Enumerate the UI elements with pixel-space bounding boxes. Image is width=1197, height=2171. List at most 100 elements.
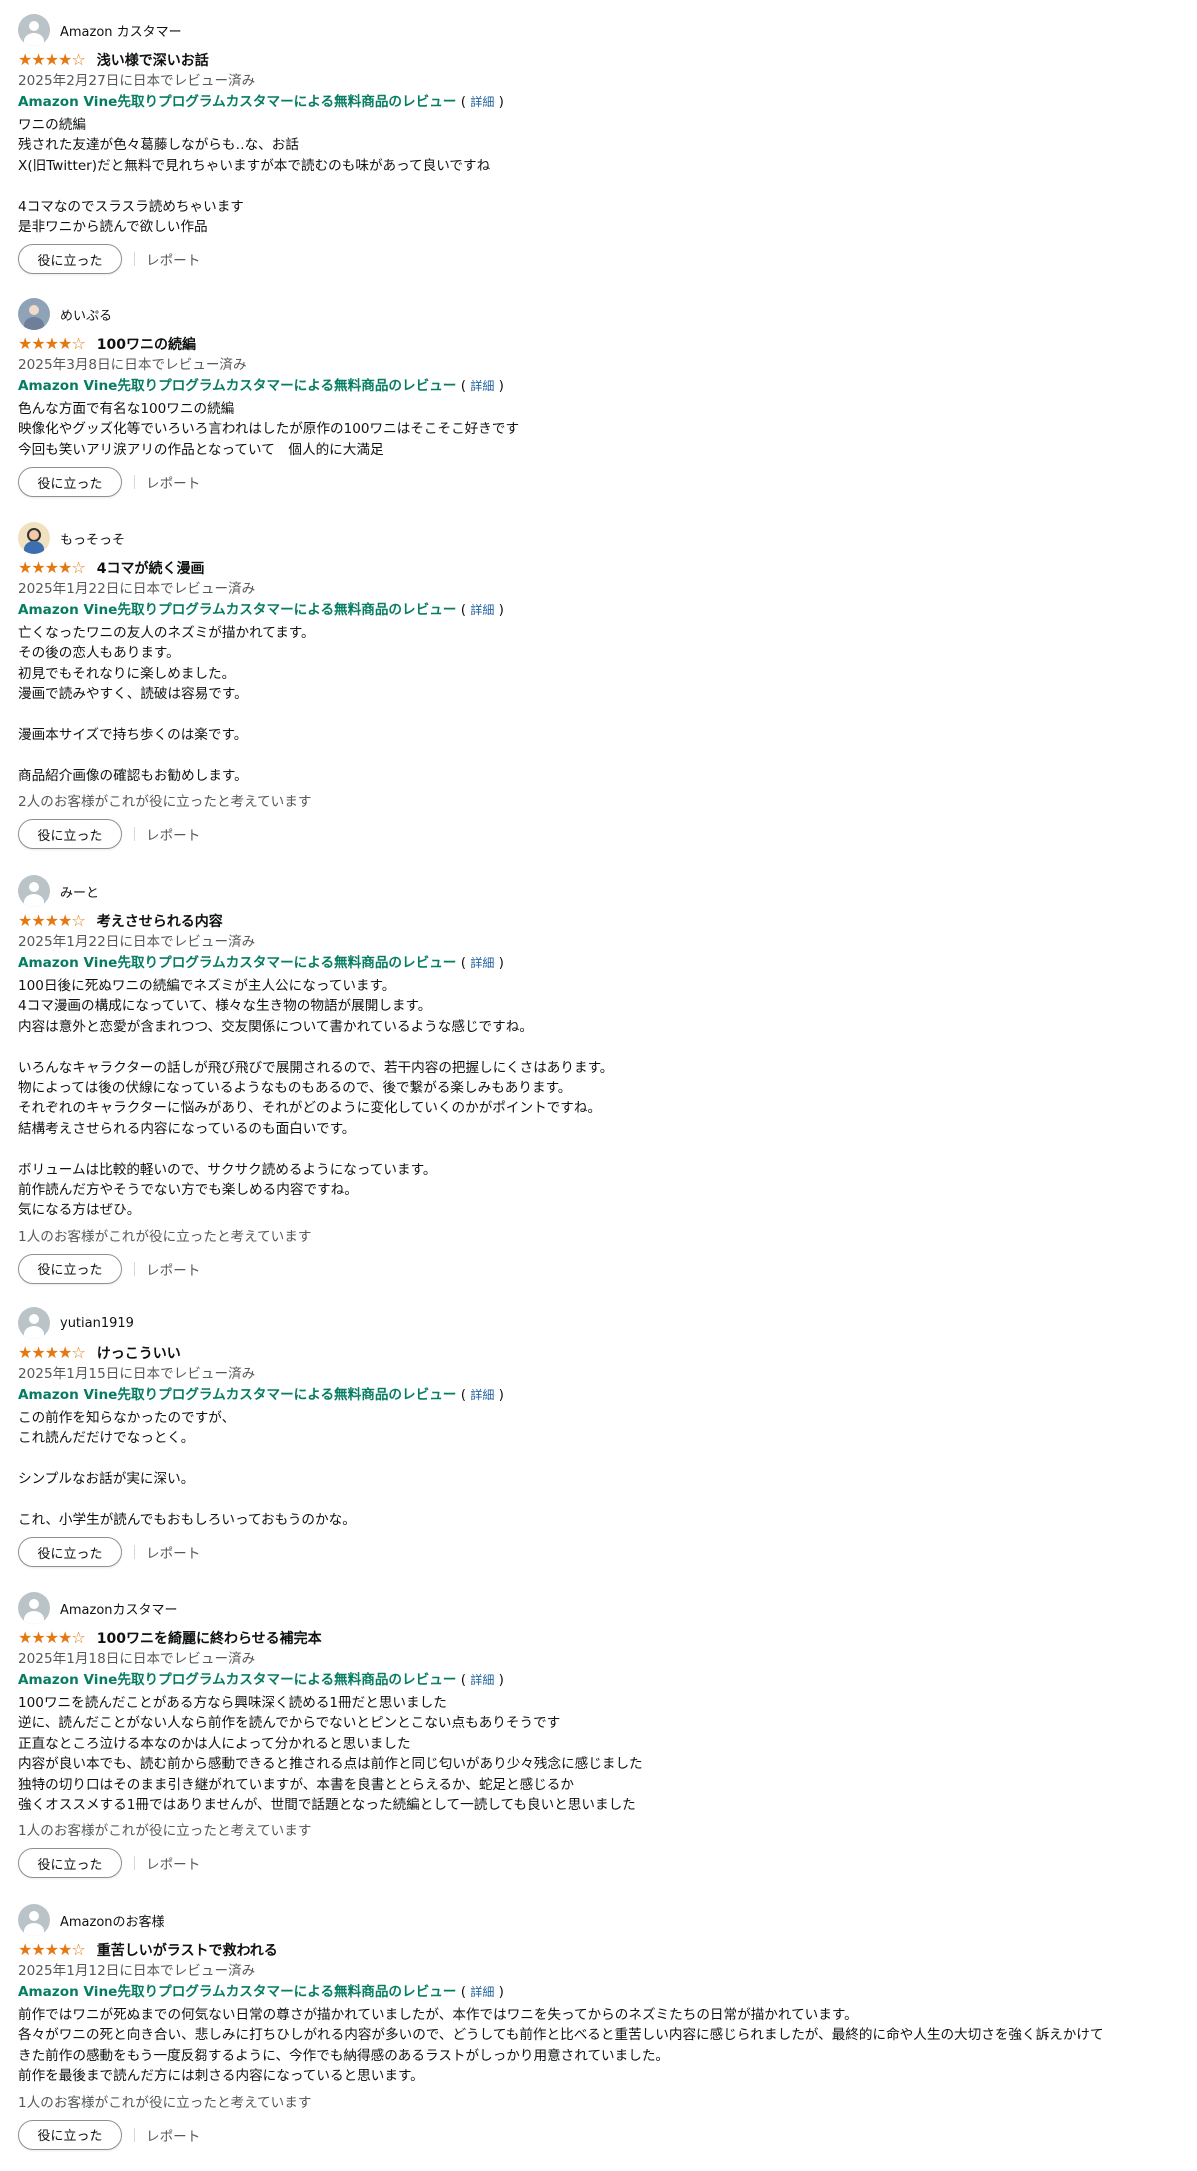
vine-paren-close: ) [494, 602, 504, 618]
vine-details-link[interactable]: 詳細 [470, 1388, 494, 1402]
star-rating-icon[interactable]: ★★★★☆ [18, 1941, 86, 1959]
report-link[interactable]: レポート [146, 249, 200, 269]
vine-details-link[interactable]: 詳細 [470, 1673, 494, 1687]
vine-paren-close: ) [494, 1984, 504, 2000]
helpful-count: 1人のお客様がこれが役に立ったと考えています [18, 1228, 312, 1245]
avatar-body-shape [24, 894, 44, 907]
avatar[interactable] [18, 14, 50, 46]
helpful-button[interactable]: 役に立った [18, 1253, 122, 1284]
vine-details-link[interactable]: 詳細 [470, 956, 494, 970]
reviewer-name[interactable]: Amazonのお客様 [60, 1911, 165, 1930]
star-rating-icon[interactable]: ★★★★☆ [18, 51, 86, 69]
report-link[interactable]: レポート [146, 824, 200, 844]
review-body: 100日後に死ぬワニの続編でネズミが主人公になっています。 4コマ漫画の構成にな… [18, 978, 614, 1219]
vine-label: Amazon Vine先取りプログラムカスタマーによる無料商品のレビュー [18, 602, 457, 618]
review-date: 2025年1月18日に日本でレビュー済み [18, 1651, 256, 1667]
review-body: 前作ではワニが死ぬまでの何気ない日常の尊さが描かれていましたが、本作ではワニを失… [18, 2007, 1104, 2085]
review-item: めいぷる ★★★★☆ 100ワニの続編 2025年3月8日に日本でレビュー済み … [18, 298, 1183, 498]
avatar[interactable] [18, 298, 50, 330]
review-date: 2025年1月12日に日本でレビュー済み [18, 1963, 256, 1979]
review-header: ★★★★☆ 4コマが続く漫画 [18, 558, 1183, 578]
report-link[interactable]: レポート [146, 1542, 200, 1562]
avatar-body-shape [24, 33, 44, 46]
reviewer-name[interactable]: めいぷる [60, 305, 112, 324]
vine-details-link[interactable]: 詳細 [470, 1985, 494, 1999]
report-link[interactable]: レポート [146, 472, 200, 492]
helpful-button[interactable]: 役に立った [18, 1537, 122, 1568]
helpful-button[interactable]: 役に立った [18, 467, 122, 498]
avatar-head-shape [29, 1599, 39, 1609]
helpful-button[interactable]: 役に立った [18, 819, 122, 850]
star-rating-icon[interactable]: ★★★★☆ [18, 1629, 86, 1647]
vine-details-link[interactable]: 詳細 [470, 603, 494, 617]
vine-details-link[interactable]: 詳細 [470, 95, 494, 109]
review-title[interactable]: 4コマが続く漫画 [97, 558, 205, 578]
review-title[interactable]: 100ワニを綺麗に終わらせる補完本 [97, 1628, 322, 1648]
avatar-body-shape [24, 1611, 44, 1624]
review-title[interactable]: 浅い様で深いお話 [97, 50, 209, 70]
reviewer-profile[interactable]: Amazonのお客様 [18, 1904, 1183, 1936]
report-link[interactable]: レポート [146, 1853, 200, 1873]
review-actions: 役に立った レポート [18, 243, 1183, 275]
review-date: 2025年1月15日に日本でレビュー済み [18, 1366, 256, 1382]
avatar-head-shape [27, 528, 41, 542]
reviewer-profile[interactable]: みーと [18, 875, 1183, 907]
avatar-head-shape [29, 1911, 39, 1921]
avatar[interactable] [18, 522, 50, 554]
review-item: Amazonのお客様 ★★★★☆ 重苦しいがラストで救われる 2025年1月12… [18, 1904, 1183, 2151]
vine-paren-close: ) [494, 94, 504, 110]
reviewer-profile[interactable]: Amazon カスタマー [18, 14, 1183, 46]
divider [134, 1856, 135, 1871]
review-title[interactable]: 100ワニの続編 [97, 334, 196, 354]
reviewer-name[interactable]: Amazonカスタマー [60, 1599, 178, 1618]
vine-paren-close: ) [494, 378, 504, 394]
avatar[interactable] [18, 1307, 50, 1339]
review-header: ★★★★☆ 重苦しいがラストで救われる [18, 1940, 1183, 1960]
review-actions: 役に立った レポート [18, 466, 1183, 498]
avatar[interactable] [18, 875, 50, 907]
vine-label: Amazon Vine先取りプログラムカスタマーによる無料商品のレビュー [18, 1984, 457, 2000]
reviewer-profile[interactable]: もっそっそ [18, 522, 1183, 554]
vine-label: Amazon Vine先取りプログラムカスタマーによる無料商品のレビュー [18, 378, 457, 394]
star-rating-icon[interactable]: ★★★★☆ [18, 1344, 86, 1362]
helpful-count: 2人のお客様がこれが役に立ったと考えています [18, 794, 312, 811]
helpful-button[interactable]: 役に立った [18, 1848, 122, 1879]
vine-details-link[interactable]: 詳細 [470, 379, 494, 393]
review-title[interactable]: 重苦しいがラストで救われる [97, 1940, 278, 1960]
star-rating-icon[interactable]: ★★★★☆ [18, 335, 86, 353]
helpful-button[interactable]: 役に立った [18, 2119, 122, 2150]
review-body: 100ワニを読んだことがある方なら興味深く読める1冊だと思いました 逆に、読んだ… [18, 1695, 643, 1814]
star-rating-icon[interactable]: ★★★★☆ [18, 559, 86, 577]
avatar-body-shape [24, 317, 44, 330]
review-item: Amazon カスタマー ★★★★☆ 浅い様で深いお話 2025年2月27日に日… [18, 14, 1183, 275]
review-title[interactable]: けっこういい [97, 1343, 181, 1363]
reviewer-profile[interactable]: めいぷる [18, 298, 1183, 330]
review-title[interactable]: 考えさせられる内容 [97, 911, 223, 931]
vine-label: Amazon Vine先取りプログラムカスタマーによる無料商品のレビュー [18, 1672, 457, 1688]
avatar[interactable] [18, 1904, 50, 1936]
divider [134, 1545, 135, 1560]
vine-label: Amazon Vine先取りプログラムカスタマーによる無料商品のレビュー [18, 94, 457, 110]
review-date: 2025年2月27日に日本でレビュー済み [18, 73, 256, 89]
report-link[interactable]: レポート [146, 1259, 200, 1279]
vine-paren-close: ) [494, 1387, 504, 1403]
star-rating-icon[interactable]: ★★★★☆ [18, 912, 86, 930]
avatar[interactable] [18, 1592, 50, 1624]
reviewer-name[interactable]: Amazon カスタマー [60, 21, 182, 40]
helpful-button[interactable]: 役に立った [18, 244, 122, 275]
vine-paren-open: ( [456, 602, 471, 618]
reviewer-name[interactable]: もっそっそ [60, 529, 125, 548]
review-actions: 役に立った レポート [18, 818, 1183, 850]
avatar-head-shape [29, 305, 39, 315]
review-item: yutian1919 ★★★★☆ けっこういい 2025年1月15日に日本でレビ… [18, 1307, 1183, 1568]
review-header: ★★★★☆ 浅い様で深いお話 [18, 50, 1183, 70]
review-actions: 役に立った レポート [18, 2119, 1183, 2151]
reviewer-profile[interactable]: yutian1919 [18, 1307, 1183, 1339]
divider [134, 827, 135, 842]
vine-paren-open: ( [456, 1672, 471, 1688]
report-link[interactable]: レポート [146, 2125, 200, 2145]
vine-paren-open: ( [456, 94, 471, 110]
reviewer-profile[interactable]: Amazonカスタマー [18, 1592, 1183, 1624]
reviewer-name[interactable]: みーと [60, 882, 99, 901]
reviewer-name[interactable]: yutian1919 [60, 1316, 134, 1331]
